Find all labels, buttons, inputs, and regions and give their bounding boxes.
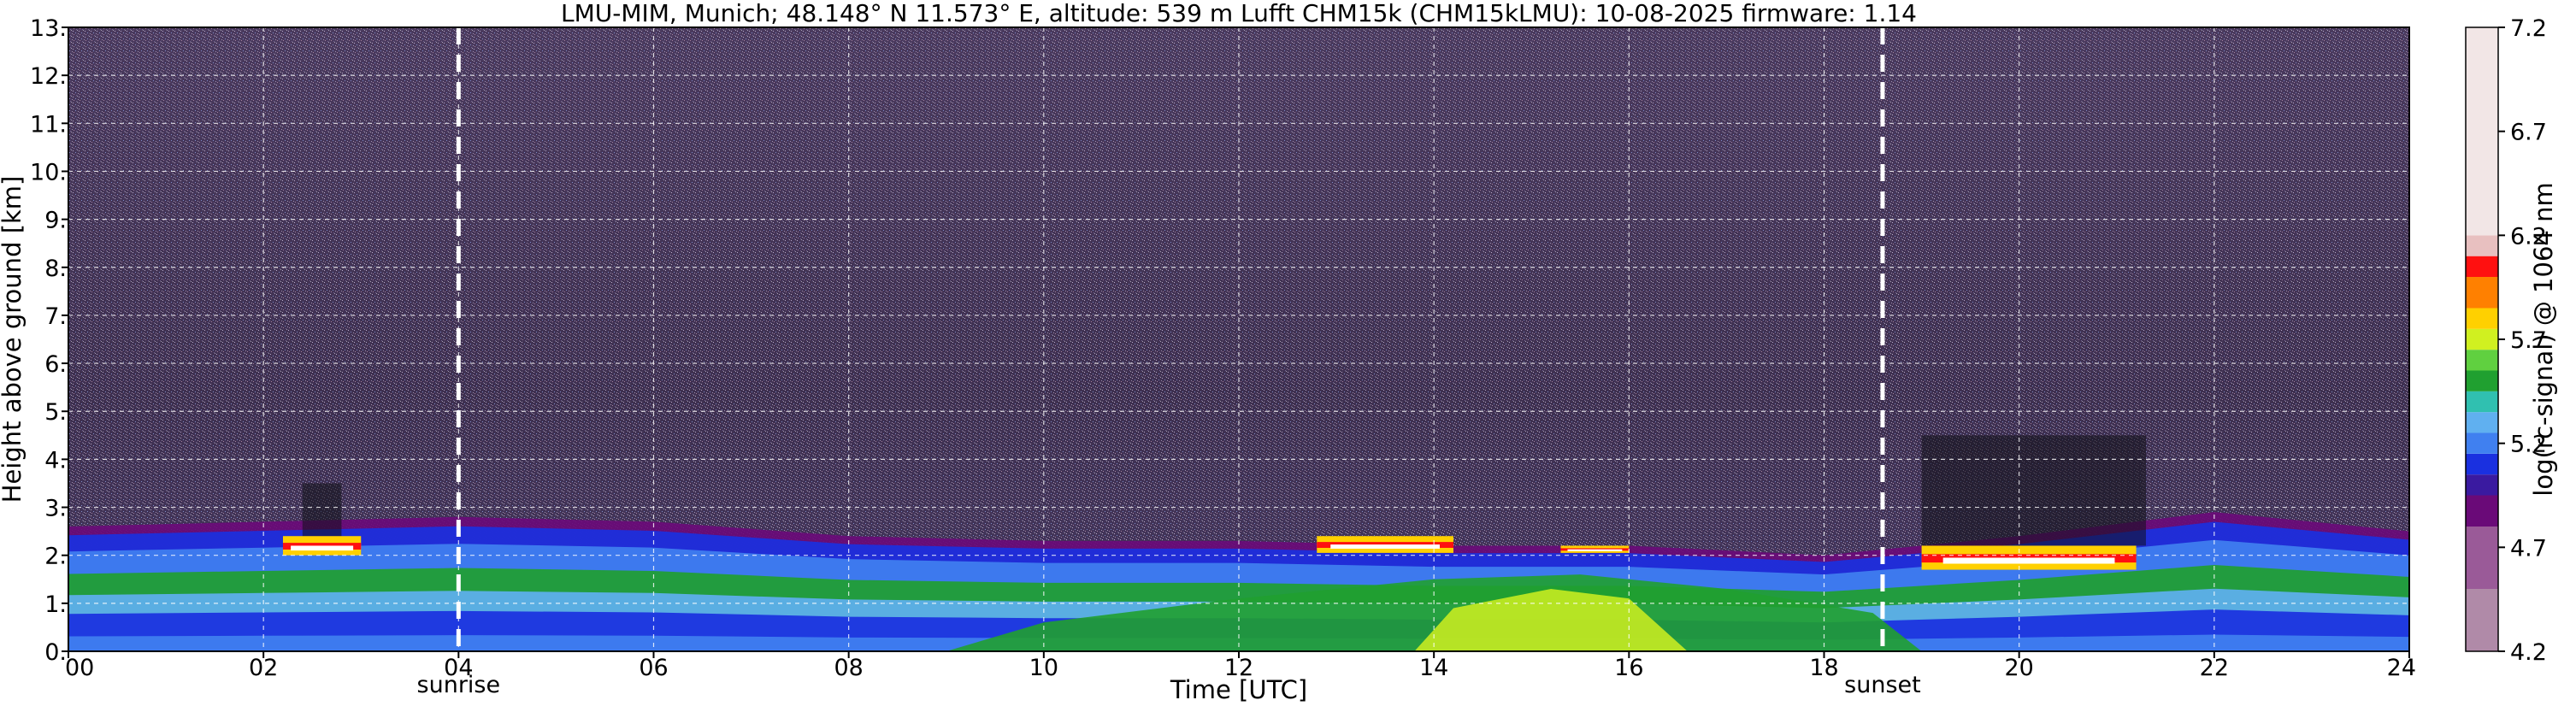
cloud-max-3	[1942, 557, 2115, 564]
colorbar-segment	[2466, 391, 2498, 413]
colorbar-segment	[2466, 412, 2498, 433]
chart-title: LMU-MIM, Munich; 48.148° N 11.573° E, al…	[561, 0, 1917, 27]
colorbar-label: log(rc-signal) @ 1064 nm	[2529, 182, 2558, 496]
y-tick-label: 10.	[30, 159, 67, 185]
y-tick-label: 3.	[44, 496, 67, 522]
x-tick-label: 02	[249, 655, 278, 681]
plot-area	[68, 27, 2409, 651]
x-tick-label: 08	[834, 655, 863, 681]
colorbar-segment	[2466, 370, 2498, 391]
colorbar-segment	[2466, 432, 2498, 454]
cloud-max-0	[291, 545, 354, 551]
cloud-max-1	[1330, 544, 1441, 549]
x-tick-label: 18	[1809, 655, 1838, 681]
y-tick-label: 13.	[30, 15, 67, 42]
y-tick-label: 9.	[44, 208, 67, 234]
colorbar-segment	[2466, 453, 2498, 475]
x-axis-label: Time [UTC]	[1170, 675, 1307, 704]
x-tick-label: 06	[639, 655, 668, 681]
x-tick-label: 24	[2387, 655, 2416, 681]
colorbar-tick-label: 4.2	[2510, 639, 2547, 666]
colorbar-segment	[2466, 495, 2498, 527]
x-tick-label: 14	[1419, 655, 1448, 681]
y-tick-label: 12.	[30, 63, 67, 90]
x-tick-label: 22	[2200, 655, 2229, 681]
x-tick-label: 10	[1029, 655, 1058, 681]
y-tick-label: 4.	[44, 447, 67, 474]
y-axis-ticks: 0. 1. 2. 3. 4. 5. 6. 7. 8. 9. 10. 11. 12. 13.	[30, 15, 68, 666]
colorbar-tick-label: 6.7	[2510, 120, 2547, 146]
y-tick-label: 11.	[30, 111, 67, 138]
y-tick-label: 1.	[44, 591, 67, 618]
colorbar-segment	[2466, 527, 2498, 589]
colorbar-segment	[2466, 328, 2498, 350]
y-tick-label: 5.	[44, 399, 67, 426]
y-tick-label: 2.	[44, 544, 67, 570]
colorbar-segment	[2466, 589, 2498, 651]
y-axis-label: Height above ground [km]	[0, 176, 27, 503]
colorbar-tick-label: 7.2	[2510, 15, 2547, 42]
y-tick-label: 0.	[44, 639, 67, 666]
x-tick-label: 20	[2004, 655, 2033, 681]
x-tick-label: 16	[1614, 655, 1643, 681]
colorbar-segment	[2466, 235, 2498, 256]
y-tick-label: 8.	[44, 256, 67, 282]
annotation-label-1: sunset	[1844, 672, 1921, 698]
colorbar-segment	[2466, 350, 2498, 371]
ceilometer-chart: LMU-MIM, Munich; 48.148° N 11.573° E, al…	[0, 0, 2558, 704]
colorbar-segment	[2466, 308, 2498, 329]
colorbar-segment	[2466, 474, 2498, 496]
colorbar-segment	[2466, 27, 2498, 236]
y-tick-label: 7.	[44, 303, 67, 330]
colorbar-tick-label: 4.7	[2510, 535, 2547, 562]
cloud-max-2	[1567, 549, 1623, 551]
dark-column-0	[1921, 435, 2146, 546]
colorbar-segment	[2466, 256, 2498, 277]
colorbar-segment	[2466, 277, 2498, 309]
y-tick-label: 6.	[44, 351, 67, 378]
x-tick-label: 00	[65, 655, 94, 681]
annotation-label-0: sunrise	[417, 672, 501, 698]
